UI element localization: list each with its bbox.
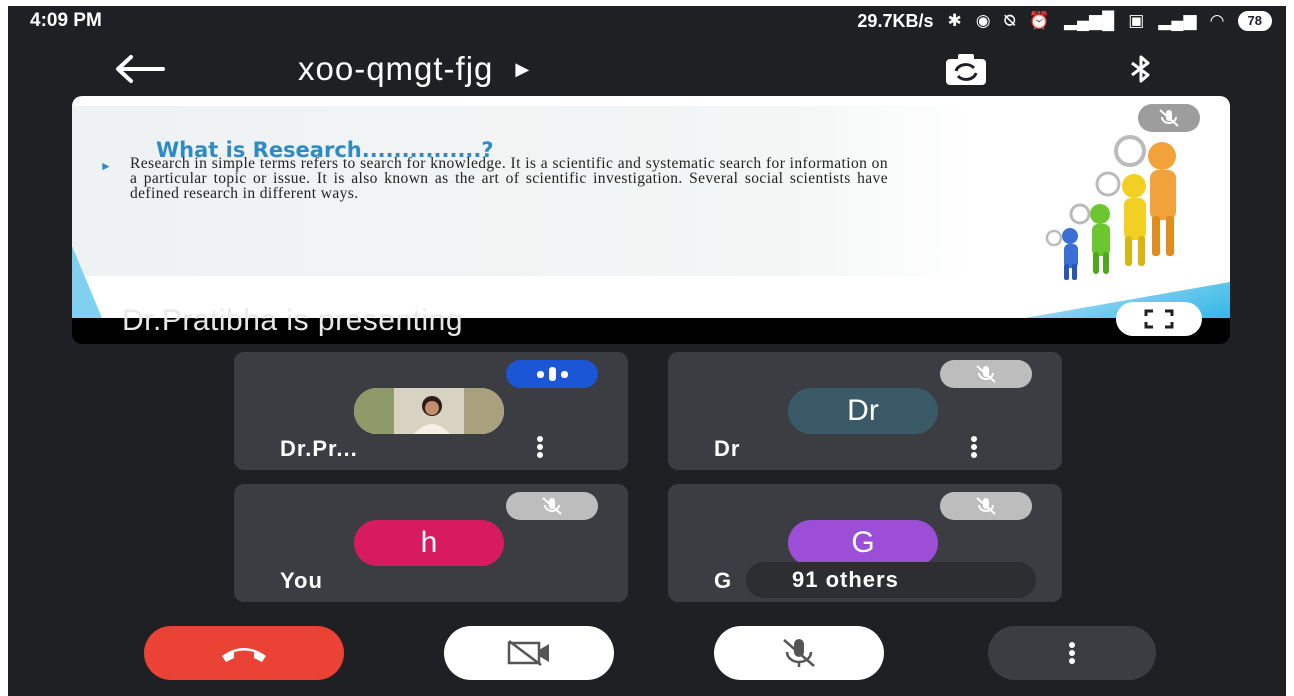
participant-name: You xyxy=(280,568,323,593)
fullscreen-icon xyxy=(1144,309,1174,329)
bell-off-status-icon: ⍉ xyxy=(1004,11,1015,30)
participant-tile-you[interactable]: h You xyxy=(234,484,628,602)
slide-bullet-icon: ► xyxy=(100,159,112,173)
participant-mute-indicator xyxy=(940,492,1032,520)
participant-mute-indicator xyxy=(940,360,1032,388)
meeting-code-button[interactable]: xoo-qmgt-fjg ▶ xyxy=(298,50,530,88)
meet-screen: 4:09 PM 29.7KB/s ✱ ◉ ⍉ ⏰ ▂▄▆█ ▣ ▂▄▆ ◠ 78… xyxy=(8,6,1286,696)
presenter-mute-indicator xyxy=(1138,104,1200,132)
mic-off-icon xyxy=(542,497,562,515)
bluetooth-audio-button[interactable] xyxy=(1118,46,1164,92)
alarm-status-icon: ⏰ xyxy=(1028,11,1050,30)
status-bar: 4:09 PM 29.7KB/s ✱ ◉ ⍉ ⏰ ▂▄▆█ ▣ ▂▄▆ ◠ 78 xyxy=(8,6,1286,36)
avatar xyxy=(354,388,504,434)
presenting-label: Dr.Pratibha is presenting xyxy=(122,304,464,337)
mic-off-icon xyxy=(1159,109,1179,127)
shared-slide: What is Research...............? ► Resea… xyxy=(72,96,1230,318)
speaking-bar xyxy=(560,370,568,378)
avatar: h xyxy=(354,520,504,566)
switch-camera-button[interactable] xyxy=(938,46,994,92)
wifi-status-icon: ◠ xyxy=(1210,11,1224,30)
participant-mute-indicator xyxy=(506,492,598,520)
mic-off-icon xyxy=(976,497,996,515)
top-app-bar: xoo-qmgt-fjg ▶ xyxy=(8,44,1286,94)
participant-tile-presenter[interactable]: Dr.Pr... xyxy=(234,352,628,470)
status-time: 4:09 PM xyxy=(30,10,102,31)
presentation-tile[interactable]: What is Research...............? ► Resea… xyxy=(72,96,1230,344)
fullscreen-button[interactable] xyxy=(1116,302,1202,336)
research-figures-illustration xyxy=(1045,135,1176,280)
caret-right-icon: ▶ xyxy=(515,58,531,79)
more-vertical-icon xyxy=(1069,642,1075,664)
avatar: Dr xyxy=(788,388,938,434)
speaking-indicator xyxy=(506,360,598,388)
participant-name: G xyxy=(714,568,732,593)
switch-camera-icon xyxy=(946,54,986,85)
mic-off-icon xyxy=(976,365,996,383)
status-icons: 29.7KB/s ✱ ◉ ⍉ ⏰ ▂▄▆█ ▣ ▂▄▆ ◠ 78 xyxy=(857,11,1272,32)
speaking-bar xyxy=(548,367,556,381)
camera-toggle-button[interactable] xyxy=(444,626,614,680)
speaking-bar xyxy=(536,370,544,378)
headset-status-icon: ◉ xyxy=(975,11,991,30)
others-count: 91 others xyxy=(792,567,899,592)
camera-off-icon xyxy=(507,640,549,666)
mic-off-icon xyxy=(783,639,815,667)
participant-more-button[interactable] xyxy=(962,432,986,462)
participant-tile-others[interactable]: G G 91 others xyxy=(668,484,1062,602)
more-vertical-icon xyxy=(971,436,977,458)
bluetooth-status-icon: ✱ xyxy=(947,11,962,30)
signal-status-icon: ▂▄▆█ xyxy=(1063,11,1115,30)
meeting-code: xoo-qmgt-fjg xyxy=(298,50,494,87)
participant-more-button[interactable] xyxy=(528,432,552,462)
others-count-pill[interactable]: 91 others xyxy=(746,562,1036,598)
more-vertical-icon xyxy=(537,436,543,458)
participant-name: Dr.Pr... xyxy=(280,436,358,461)
microphone-toggle-button[interactable] xyxy=(714,626,884,680)
slide-body: Research in simple terms refers to searc… xyxy=(130,155,888,202)
phone-hangup-icon xyxy=(222,648,266,662)
leave-call-button[interactable] xyxy=(144,626,344,680)
volte-status-icon: ▣ xyxy=(1128,11,1145,30)
participant-name: Dr xyxy=(714,436,741,461)
battery-indicator: 78 xyxy=(1237,11,1272,31)
arrow-left-icon xyxy=(116,55,165,83)
network-speed: 29.7KB/s xyxy=(857,10,934,31)
avatar: G xyxy=(788,520,938,566)
profile-photo xyxy=(354,388,504,434)
participant-tile-dr[interactable]: Dr Dr xyxy=(668,352,1062,470)
more-options-button[interactable] xyxy=(988,626,1156,680)
back-button[interactable] xyxy=(104,44,174,94)
signal-2-status-icon: ▂▄▆ xyxy=(1158,11,1197,30)
slide-decoration-left xyxy=(72,246,102,318)
bluetooth-icon xyxy=(1131,55,1150,83)
